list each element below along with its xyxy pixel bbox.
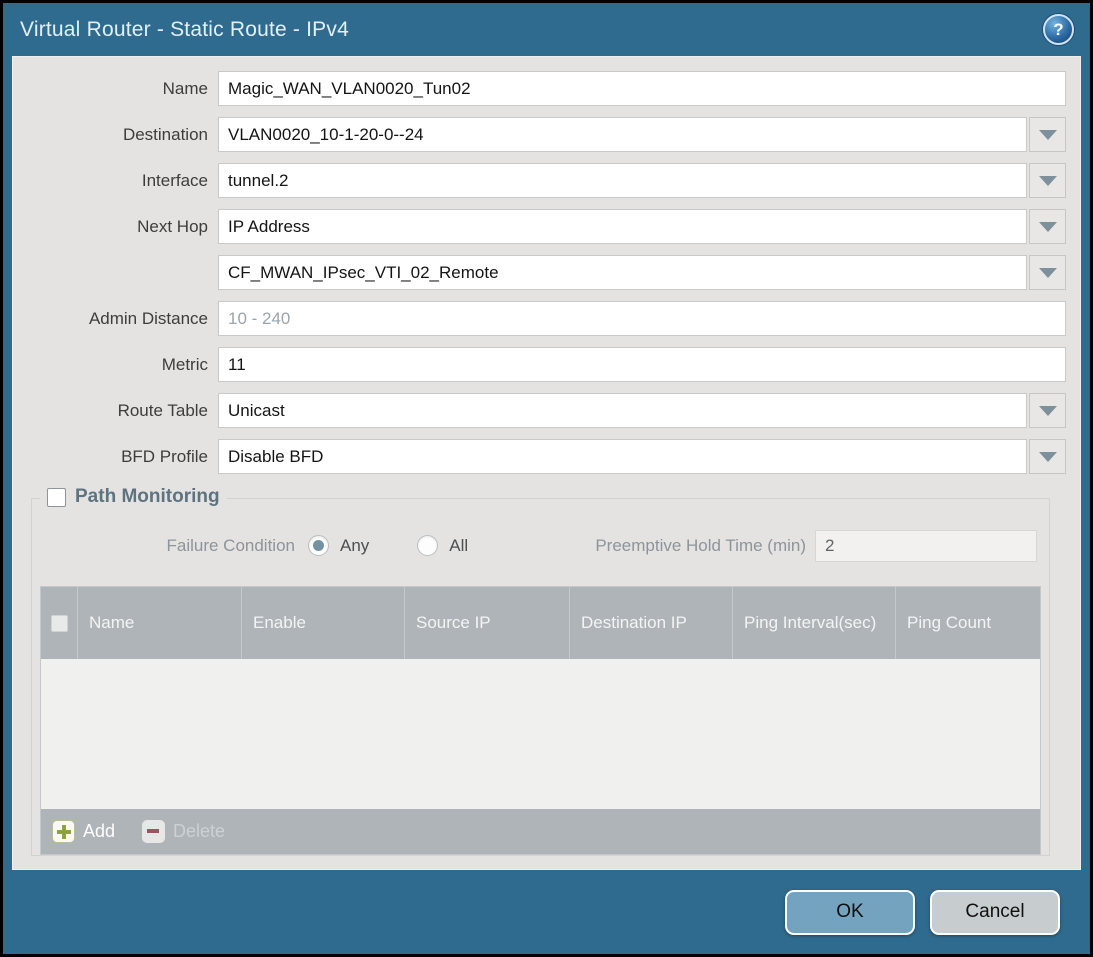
path-monitoring-table: Name Enable Source IP Destination IP Pin… xyxy=(40,586,1041,855)
table-header-ping-interval: Ping Interval(sec) xyxy=(732,587,895,659)
dialog-titlebar: Virtual Router - Static Route - IPv4 ? xyxy=(3,3,1090,56)
path-monitoring-section: Path Monitoring Failure Condition Any Al… xyxy=(31,498,1050,856)
interface-dropdown-button[interactable] xyxy=(1029,163,1066,198)
next-hop-address-input[interactable] xyxy=(218,255,1027,290)
admin-distance-input[interactable] xyxy=(218,301,1066,336)
table-header-destination-ip: Destination IP xyxy=(569,587,732,659)
delete-button: Delete xyxy=(142,820,225,843)
preemptive-hold-time-group: Preemptive Hold Time (min) xyxy=(595,530,1037,562)
route-table-row: Route Table xyxy=(13,393,1066,428)
route-table-dropdown-button[interactable] xyxy=(1029,393,1066,428)
metric-input[interactable] xyxy=(218,347,1066,382)
help-icon[interactable]: ? xyxy=(1043,14,1074,45)
chevron-down-icon xyxy=(1039,406,1057,416)
metric-row: Metric xyxy=(13,347,1066,382)
failure-condition-any-label: Any xyxy=(340,536,369,556)
table-toolbar: Add Delete xyxy=(41,809,1040,854)
metric-label: Metric xyxy=(13,347,218,382)
next-hop-dropdown-button[interactable] xyxy=(1029,209,1066,244)
next-hop-address-row xyxy=(13,255,1066,290)
next-hop-address-dropdown-button[interactable] xyxy=(1029,255,1066,290)
bfd-profile-row: BFD Profile xyxy=(13,439,1066,474)
table-empty-body xyxy=(41,659,1040,809)
screenshot-frame: Virtual Router - Static Route - IPv4 ? N… xyxy=(0,0,1093,957)
chevron-down-icon xyxy=(1039,452,1057,462)
bfd-profile-label: BFD Profile xyxy=(13,439,218,474)
chevron-down-icon xyxy=(1039,222,1057,232)
delete-minus-icon xyxy=(142,820,165,843)
table-header-select-cell xyxy=(41,587,77,659)
failure-condition-all-radio[interactable] xyxy=(417,535,438,556)
table-header-row: Name Enable Source IP Destination IP Pin… xyxy=(41,587,1040,659)
destination-dropdown-button[interactable] xyxy=(1029,117,1066,152)
path-monitoring-title: Path Monitoring xyxy=(75,486,220,508)
name-input[interactable] xyxy=(218,71,1066,106)
next-hop-type-input[interactable] xyxy=(218,209,1027,244)
add-button[interactable]: Add xyxy=(52,820,115,843)
route-table-label: Route Table xyxy=(13,393,218,428)
failure-condition-label: Failure Condition xyxy=(40,536,308,556)
interface-input[interactable] xyxy=(218,163,1027,198)
failure-condition-any-radio[interactable] xyxy=(308,535,329,556)
preemptive-hold-time-label: Preemptive Hold Time (min) xyxy=(595,536,806,556)
failure-condition-all-label: All xyxy=(449,536,468,556)
route-table-input[interactable] xyxy=(218,393,1027,428)
chevron-down-icon xyxy=(1039,176,1057,186)
chevron-down-icon xyxy=(1039,268,1057,278)
interface-label: Interface xyxy=(13,163,218,198)
table-header-name: Name xyxy=(77,587,241,659)
dialog-window: Virtual Router - Static Route - IPv4 ? N… xyxy=(3,3,1090,954)
preemptive-hold-time-input xyxy=(815,530,1037,562)
add-button-label: Add xyxy=(83,821,115,842)
admin-distance-label: Admin Distance xyxy=(13,301,218,336)
add-plus-icon xyxy=(52,820,75,843)
table-header-enable: Enable xyxy=(241,587,404,659)
bfd-profile-dropdown-button[interactable] xyxy=(1029,439,1066,474)
destination-row: Destination xyxy=(13,117,1066,152)
dialog-title: Virtual Router - Static Route - IPv4 xyxy=(20,18,349,42)
next-hop-address-label xyxy=(13,255,218,290)
ok-button[interactable]: OK xyxy=(785,890,915,935)
destination-input[interactable] xyxy=(218,117,1027,152)
delete-button-label: Delete xyxy=(173,821,225,842)
name-label: Name xyxy=(13,71,218,106)
next-hop-label: Next Hop xyxy=(13,209,218,244)
admin-distance-row: Admin Distance xyxy=(13,301,1066,336)
chevron-down-icon xyxy=(1039,130,1057,140)
path-monitoring-legend: Path Monitoring xyxy=(40,486,227,508)
dialog-footer: OK Cancel xyxy=(3,870,1090,954)
path-monitoring-checkbox[interactable] xyxy=(47,488,66,507)
interface-row: Interface xyxy=(13,163,1066,198)
cancel-button[interactable]: Cancel xyxy=(930,890,1060,935)
table-header-ping-count: Ping Count xyxy=(895,587,1040,659)
select-all-checkbox xyxy=(51,615,68,632)
next-hop-row: Next Hop xyxy=(13,209,1066,244)
failure-condition-row: Failure Condition Any All Preemptive Hol… xyxy=(40,529,1037,562)
name-row: Name xyxy=(13,71,1066,106)
destination-label: Destination xyxy=(13,117,218,152)
bfd-profile-input[interactable] xyxy=(218,439,1027,474)
dialog-body: Name Destination Interface xyxy=(12,56,1081,870)
table-header-source-ip: Source IP xyxy=(404,587,569,659)
